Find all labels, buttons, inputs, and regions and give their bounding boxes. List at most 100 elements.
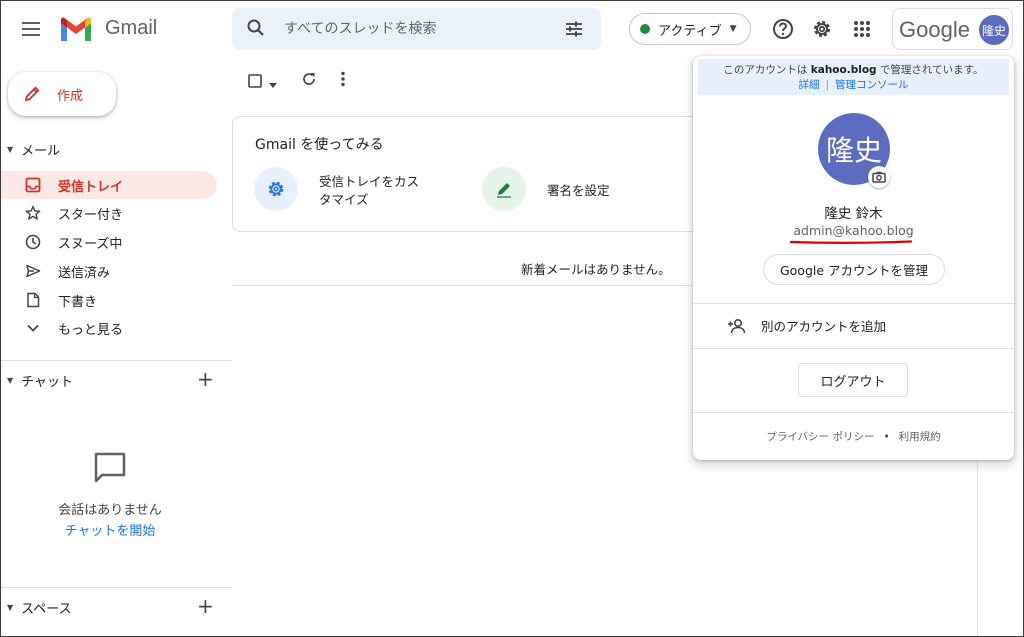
managed-account-notice: このアカウントは kahoo.blog で管理されています。 詳細 | 管理コンソー… [698,59,1009,95]
new-chat-plus-icon[interactable]: + [197,367,214,391]
set-signature-label[interactable]: 署名を設定 [547,182,610,200]
link-separator: | [825,79,830,91]
chat-section-header[interactable]: ▼ チャット [7,371,73,390]
help-icon [773,19,793,39]
sidebar-item-more[interactable]: もっと見る [1,314,217,342]
star-icon [25,205,41,221]
gmail-window: Gmail アクティブ ▼ Google 隆史 [0,0,1024,637]
top-header: Gmail アクティブ ▼ Google 隆史 [1,1,1023,57]
caret-down-icon [269,83,277,88]
spaces-section-header[interactable]: ▼ スペース [7,598,72,617]
caret-down-icon: ▼ [7,603,14,612]
sidebar-item-snoozed[interactable]: スヌーズ中 [1,228,217,256]
gmail-logo-icon[interactable] [59,17,93,43]
app-name: Gmail [105,17,158,39]
sidebar-item-label: 受信トレイ [58,179,124,195]
set-signature-button[interactable] [482,167,526,211]
logout-button[interactable]: ログアウト [798,363,908,397]
spaces-section-label: スペース [21,602,72,617]
managed-text: このアカウントは kahoo.blog で管理されています。 [698,63,1009,78]
sidebar-item-label: スター付き [58,207,124,223]
terms-link[interactable]: 利用規約 [899,431,941,443]
sidebar-item-label: 下書き [58,294,98,310]
footer-separator: • [883,431,890,443]
caret-down-icon: ▼ [7,145,14,154]
search-input[interactable] [284,18,544,40]
new-space-plus-icon[interactable]: + [197,594,214,618]
checkbox-icon [248,74,262,88]
select-all-checkbox[interactable] [248,73,262,92]
sidebar-item-starred[interactable]: スター付き [1,199,217,227]
select-menu-button[interactable] [269,74,277,93]
draft-icon [25,292,41,308]
camera-icon [872,171,886,183]
inbox-icon [25,177,41,193]
caret-down-icon: ▼ [7,376,14,385]
help-button[interactable] [771,17,795,41]
profile-name: 隆史 鈴木 [824,206,883,222]
divider [977,459,978,636]
red-underline-annotation [790,240,912,244]
mail-section-header[interactable]: ▼ メール [7,140,60,159]
profile-email: admin@kahoo.blog [793,223,914,238]
manage-google-account-button[interactable]: Google アカウントを管理 [763,254,945,285]
sidebar-item-sent[interactable]: 送信済み [1,257,217,285]
gear-icon [268,181,284,197]
add-account-label: 別のアカウントを追加 [761,319,887,334]
mail-section-label: メール [21,144,61,159]
sidebar-item-label: 送信済み [58,265,111,281]
sidebar-item-label: もっと見る [58,322,124,338]
search-icon[interactable] [246,18,266,38]
pencil-icon [24,86,40,102]
managed-domain: kahoo.blog [810,64,877,76]
start-chat-link[interactable]: チャットを開始 [41,520,179,539]
account-popup: このアカウントは kahoo.blog で管理されています。 詳細 | 管理コンソー… [693,56,1014,460]
popup-footer: プライバシー ポリシー • 利用規約 [693,429,1014,444]
clock-icon [25,234,41,250]
signature-pen-icon [497,183,511,198]
card-title: Gmail を使ってみる [255,137,384,153]
status-label: アクティブ [658,23,722,39]
google-logo: Google [899,17,970,42]
managed-prefix: このアカウントは [723,64,811,76]
divider [232,285,692,286]
details-link[interactable]: 詳細 [798,79,819,91]
account-button[interactable]: Google 隆史 [892,8,1013,50]
chat-section-label: チャット [21,375,74,390]
divider [693,348,1014,349]
change-photo-button[interactable] [868,166,890,188]
hamburger-icon [22,22,40,36]
status-dropdown[interactable]: アクティブ ▼ [629,13,751,45]
caret-down-icon: ▼ [729,24,737,34]
customize-inbox-label-line1: 受信トレイをカス [319,174,420,189]
settings-button[interactable] [810,17,834,41]
managed-suffix: で管理されています。 [876,64,984,76]
compose-button[interactable]: 作成 [8,72,116,116]
chat-empty-state: 会話はありません チャットを開始 [41,451,179,539]
refresh-button[interactable] [301,71,317,91]
sidebar-item-inbox[interactable]: 受信トレイ [1,171,217,199]
get-started-card: Gmail を使ってみる 受信トレイをカス タマイズ 署名を設定 [232,116,732,232]
chat-empty-message: 会話はありません [58,503,162,518]
chat-bubble-icon [94,452,126,483]
avatar[interactable]: 隆史 [979,15,1009,45]
sidebar-item-drafts[interactable]: 下書き [1,286,217,314]
search-bar[interactable] [232,8,601,50]
divider [693,303,1014,304]
customize-inbox-button[interactable] [254,167,298,211]
search-options-icon[interactable] [564,19,584,39]
customize-inbox-label[interactable]: 受信トレイをカス タマイズ [319,173,419,209]
empty-inbox-message: 新着メールはありません。 [521,262,671,277]
main-menu-button[interactable] [19,17,43,41]
divider [1,587,232,588]
gear-icon [814,21,830,37]
admin-console-link[interactable]: 管理コンソール [835,79,909,91]
managed-links: 詳細 | 管理コンソール [698,78,1009,93]
add-person-icon [728,318,746,333]
apps-button[interactable] [850,17,874,41]
privacy-policy-link[interactable]: プライバシー ポリシー [766,431,874,443]
more-options-button[interactable] [340,71,346,91]
divider [1,360,232,361]
refresh-icon [303,73,315,85]
add-account-button[interactable]: 別のアカウントを追加 [727,316,886,335]
